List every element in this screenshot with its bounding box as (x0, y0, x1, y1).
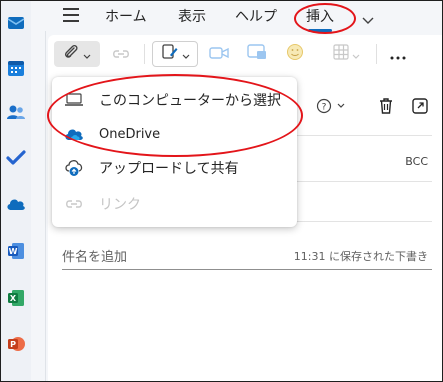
emoji-button[interactable] (282, 41, 308, 67)
outlook-mail-icon[interactable] (6, 13, 26, 33)
video-meeting-button[interactable] (206, 41, 232, 67)
insert-link-button[interactable] (108, 41, 134, 67)
smiley-face-icon (286, 43, 304, 65)
cloud-upload-icon (64, 158, 84, 178)
menu-item-label: このコンピューターから選択 (99, 93, 281, 109)
word-icon[interactable]: W (6, 241, 26, 261)
svg-text:X: X (10, 294, 17, 303)
menu-item-upload-and-share[interactable]: アップロードして共有 (52, 151, 297, 185)
menu-item-label: リンク (99, 197, 141, 213)
menu-item-label: OneDrive (99, 126, 161, 142)
ribbon-toolbar (48, 35, 442, 73)
chevron-down-icon (352, 45, 360, 64)
bcc-button[interactable]: BCC (405, 155, 428, 168)
calendar-icon[interactable] (6, 58, 26, 78)
signature-button[interactable] (152, 41, 198, 67)
svg-text:P: P (10, 340, 16, 349)
hamburger-menu-icon[interactable] (63, 8, 79, 22)
svg-text:?: ? (322, 103, 327, 113)
tab-insert[interactable]: 挿入 (306, 6, 334, 26)
subject-input[interactable]: 件名を追加 (62, 246, 127, 265)
todo-check-icon[interactable] (6, 148, 26, 168)
insert-picture-button[interactable] (244, 41, 270, 67)
link-icon (64, 194, 84, 214)
onedrive-icon[interactable] (6, 194, 26, 214)
attach-file-button[interactable] (54, 41, 100, 67)
pane-divider (45, 31, 46, 381)
people-icon[interactable] (6, 103, 26, 123)
svg-text:W: W (9, 247, 18, 256)
pop-out-button[interactable] (411, 97, 429, 119)
more-options-button[interactable] (386, 41, 410, 67)
discard-draft-button[interactable] (377, 97, 395, 119)
trash-icon (377, 98, 395, 119)
importance-button[interactable]: ? (316, 97, 348, 119)
signature-pen-icon (161, 43, 179, 65)
menu-item-browse-this-computer[interactable]: このコンピューターから選択 (52, 83, 297, 117)
menu-item-link: リンク (52, 187, 297, 221)
toolbar-separator (376, 44, 377, 64)
chevron-down-icon (182, 45, 190, 64)
chevron-down-icon (83, 45, 91, 64)
tab-help[interactable]: ヘルプ (235, 6, 277, 26)
onedrive-cloud-icon (64, 124, 84, 144)
menu-item-onedrive[interactable]: OneDrive (52, 117, 297, 151)
open-in-new-window-icon (411, 98, 429, 119)
app-rail: W X P (1, 1, 31, 381)
tab-view[interactable]: 表示 (178, 6, 206, 26)
paperclip-icon (63, 43, 79, 65)
menu-item-label: アップロードして共有 (99, 161, 239, 177)
laptop-icon (64, 90, 84, 110)
draft-saved-status: 11:31 に保存された下書き (293, 250, 428, 263)
ribbon-collapse-chevron-icon[interactable] (362, 10, 374, 29)
subject-underline (62, 269, 432, 270)
powerpoint-icon[interactable]: P (6, 334, 26, 354)
tab-selected-indicator (308, 29, 332, 32)
toolbar-separator (144, 44, 145, 64)
attach-file-menu: このコンピューターから選択 OneDrive アップロードして共有 リンク (52, 77, 297, 227)
excel-icon[interactable]: X (6, 288, 26, 308)
picture-frame-icon (247, 44, 267, 64)
insert-table-button[interactable] (328, 41, 364, 67)
tab-home[interactable]: ホーム (105, 6, 147, 26)
link-icon (111, 45, 131, 64)
table-grid-icon (332, 44, 349, 64)
more-horizontal-icon (390, 45, 406, 64)
app-window: W X P ホーム 表示 ヘルプ 挿入 ? BCC 件名を追加 11:31 に保… (0, 0, 443, 382)
video-camera-icon (209, 45, 229, 64)
